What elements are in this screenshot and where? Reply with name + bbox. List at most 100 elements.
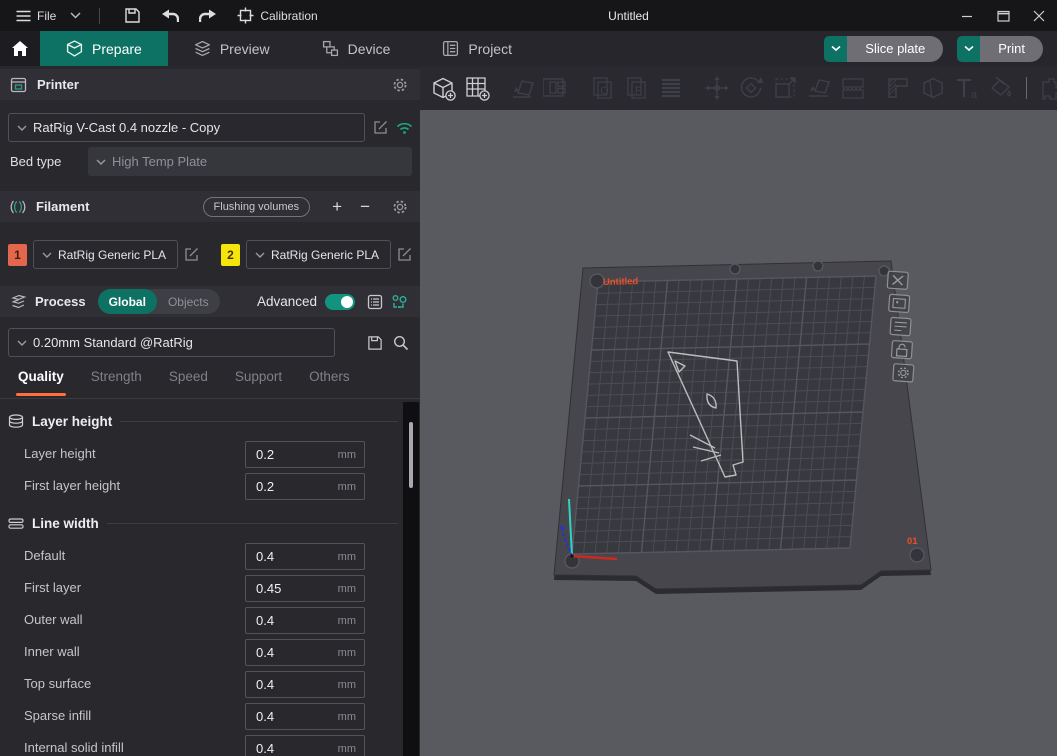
device-icon: [322, 40, 339, 57]
printer-preset-select[interactable]: RatRig V-Cast 0.4 nozzle - Copy: [8, 113, 365, 142]
layer-height-input[interactable]: 0.2 mm: [245, 441, 365, 468]
first-layer-line-width-input[interactable]: 0.45 mm: [245, 575, 365, 602]
printer-connection-button[interactable]: [396, 121, 413, 135]
print-button[interactable]: Print: [980, 36, 1043, 62]
sparse-infill-line-width-input[interactable]: 0.4 mm: [245, 703, 365, 730]
outer-wall-line-width-input[interactable]: 0.4 mm: [245, 607, 365, 634]
close-icon: [1033, 10, 1045, 22]
setting-row: Inner wall 0.4 mm: [0, 639, 420, 666]
printer-section-title: Printer: [37, 77, 79, 92]
top-surface-line-width-label: Top surface: [24, 676, 91, 691]
move-button[interactable]: [700, 71, 734, 105]
tab-project[interactable]: Project: [416, 31, 538, 66]
split-objects-button[interactable]: [654, 71, 688, 105]
arrange-button[interactable]: [540, 71, 574, 105]
lay-flat-button[interactable]: [802, 71, 836, 105]
cut-button[interactable]: [916, 71, 950, 105]
scale-button[interactable]: [768, 71, 802, 105]
search-preset-button[interactable]: [393, 335, 409, 351]
rotate-button[interactable]: [734, 71, 768, 105]
tab-strength[interactable]: Strength: [91, 369, 142, 398]
file-menu-button[interactable]: File: [10, 5, 62, 27]
advanced-toggle[interactable]: [325, 294, 355, 310]
undo-button[interactable]: [155, 5, 185, 27]
auto-orient-button[interactable]: [506, 71, 540, 105]
variable-layer-height-button[interactable]: [882, 71, 916, 105]
add-filament-button[interactable]: +: [328, 198, 346, 215]
rotate-icon: [737, 74, 765, 102]
save-icon: [367, 335, 383, 351]
paste-button[interactable]: P: [620, 71, 654, 105]
maximize-button[interactable]: [985, 0, 1021, 31]
delete-plate-button[interactable]: [887, 271, 908, 289]
plate-settings-button[interactable]: [890, 317, 911, 335]
print-options-button[interactable]: [957, 36, 980, 62]
sparse-infill-line-width-label: Sparse infill: [24, 708, 91, 723]
layer-height-label: Layer height: [24, 446, 96, 461]
save-button[interactable]: [118, 3, 147, 28]
remove-filament-button[interactable]: −: [356, 198, 374, 215]
tab-prepare[interactable]: Prepare: [40, 31, 168, 66]
svg-text:O: O: [600, 85, 609, 97]
move-icon: [703, 74, 731, 102]
tab-device[interactable]: Device: [296, 31, 417, 66]
flushing-volumes-button[interactable]: Flushing volumes: [203, 197, 311, 217]
default-line-width-input[interactable]: 0.4 mm: [245, 543, 365, 570]
paint-tool-button[interactable]: [984, 71, 1018, 105]
toolbar-divider: [1026, 77, 1027, 99]
tab-speed[interactable]: Speed: [169, 369, 208, 398]
copy-button[interactable]: O: [586, 71, 620, 105]
scope-global-option[interactable]: Global: [98, 289, 157, 314]
tab-preview-label: Preview: [220, 41, 270, 57]
home-button[interactable]: [0, 31, 40, 66]
parameter-list-button[interactable]: [367, 294, 383, 310]
tab-quality[interactable]: Quality: [18, 369, 64, 398]
first-layer-height-input[interactable]: 0.2 mm: [245, 473, 365, 500]
add-object-button[interactable]: [426, 71, 460, 105]
filament-1-color-badge[interactable]: 1: [8, 244, 27, 266]
assembly-view-button[interactable]: [1035, 71, 1057, 105]
internal-solid-infill-line-width-input[interactable]: 0.4 mm: [245, 735, 365, 756]
tab-preview[interactable]: Preview: [168, 31, 296, 66]
filament-2-color-badge[interactable]: 2: [221, 244, 240, 266]
edit-filament-2-button[interactable]: [397, 247, 412, 262]
edit-printer-preset-button[interactable]: [373, 120, 388, 135]
tab-support[interactable]: Support: [235, 369, 282, 398]
close-button[interactable]: [1021, 0, 1057, 31]
slice-options-button[interactable]: [824, 36, 847, 62]
printer-settings-button[interactable]: [392, 77, 408, 93]
first-layer-height-label: First layer height: [24, 478, 120, 493]
objects-table-button[interactable]: [391, 294, 408, 310]
minimize-button[interactable]: [949, 0, 985, 31]
preview-icon: [194, 40, 211, 57]
chevron-down-icon: [96, 159, 106, 165]
prepare-icon: [66, 40, 83, 57]
3d-scene[interactable]: Untitled: [420, 110, 1057, 756]
scope-objects-option[interactable]: Objects: [157, 289, 220, 314]
tab-others[interactable]: Others: [309, 369, 350, 398]
arrange-plate-button[interactable]: [889, 294, 910, 312]
plate-gear-button[interactable]: [893, 364, 914, 382]
slice-plate-button[interactable]: Slice plate: [847, 36, 943, 62]
inner-wall-line-width-input[interactable]: 0.4 mm: [245, 639, 365, 666]
lock-plate-button[interactable]: [891, 341, 912, 359]
split-plate-button[interactable]: [836, 71, 870, 105]
top-surface-line-width-input[interactable]: 0.4 mm: [245, 671, 365, 698]
bed-type-select[interactable]: High Temp Plate: [88, 147, 412, 176]
chevron-down-icon: [42, 252, 52, 258]
filament-2-select[interactable]: RatRig Generic PLA: [246, 240, 391, 269]
filament-1-select[interactable]: RatRig Generic PLA: [33, 240, 178, 269]
filament-settings-button[interactable]: [392, 199, 408, 215]
sidebar-scrollbar-thumb[interactable]: [409, 422, 413, 488]
split-plate-icon: [839, 74, 867, 102]
printer-icon: [10, 77, 27, 93]
add-plate-button[interactable]: [460, 71, 494, 105]
tab-device-label: Device: [348, 41, 391, 57]
process-preset-select[interactable]: 0.20mm Standard @RatRig: [8, 328, 335, 357]
save-preset-button[interactable]: [367, 335, 383, 351]
file-menu-chevron-icon[interactable]: [70, 12, 81, 19]
home-icon: [11, 40, 29, 57]
edit-filament-1-button[interactable]: [184, 247, 199, 262]
text-tool-button[interactable]: a: [950, 71, 984, 105]
sidebar-scrollbar-track[interactable]: [403, 402, 419, 756]
